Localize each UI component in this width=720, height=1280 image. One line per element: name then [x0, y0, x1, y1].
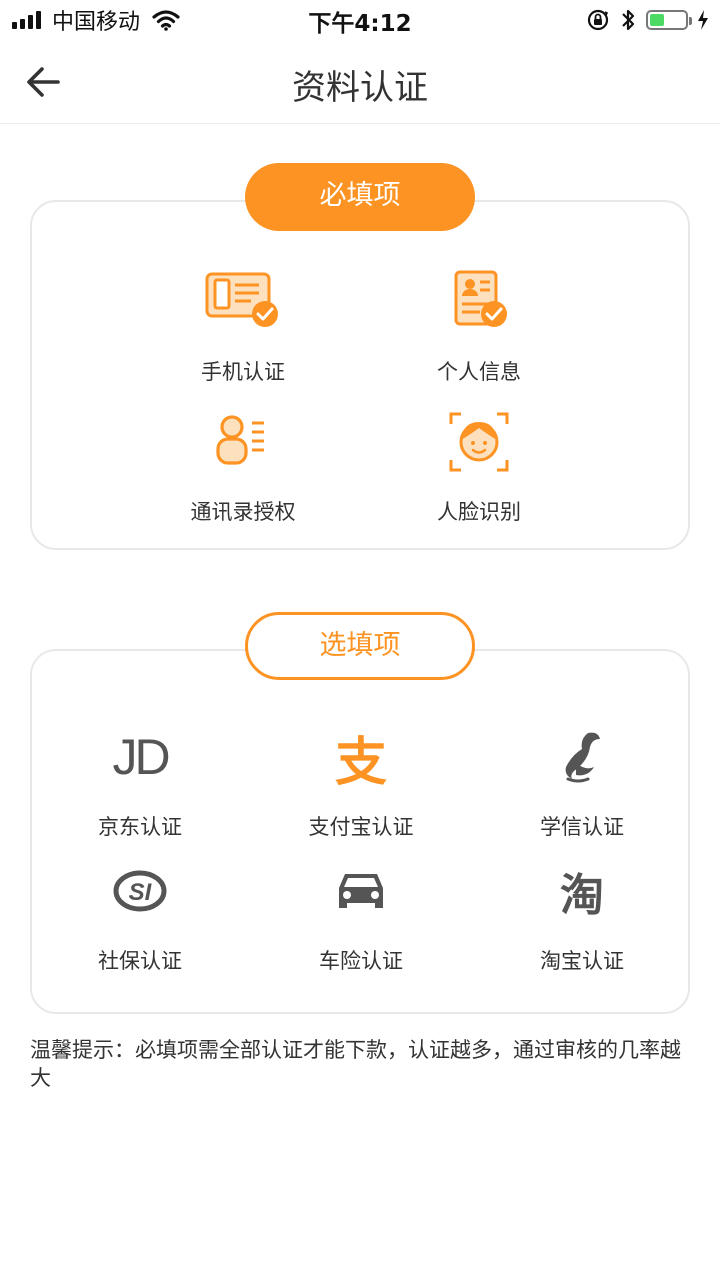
car-insurance-verification-item[interactable]: 车险认证	[301, 851, 421, 975]
alipay-verification-label: 支付宝认证	[308, 815, 414, 839]
taobao-verification-label: 淘宝认证	[540, 949, 624, 973]
jd-logo-icon: JD	[95, 717, 185, 797]
back-button[interactable]	[22, 60, 66, 104]
contacts-person-list-icon	[198, 402, 288, 482]
battery-level-fill	[650, 14, 664, 26]
phone-id-card-check-icon	[198, 262, 288, 342]
jd-verification-label: 京东认证	[98, 815, 182, 839]
chsi-verification-item[interactable]: 学信认证	[522, 717, 642, 841]
alipay-verification-item[interactable]: 支 支付宝认证	[296, 717, 426, 841]
car-insurance-verification-label: 车险认证	[319, 949, 403, 973]
taobao-verification-item[interactable]: 淘 淘宝认证	[522, 851, 642, 975]
personal-info-label: 个人信息	[437, 360, 521, 384]
tip-text: 温馨提示：必填项需全部认证才能下款，认证越多，通过审核的几率越大	[30, 1038, 681, 1090]
optional-section-card: JD 京东认证 支 支付宝认证 学信认证 SI 社保认证 车险认证 淘 淘宝认证	[30, 649, 690, 1014]
phone-verification-item[interactable]: 手机认证	[183, 262, 303, 386]
social-security-verification-item[interactable]: SI 社保认证	[80, 851, 200, 975]
social-security-logo-text: SI	[129, 879, 153, 906]
orientation-lock-icon	[587, 9, 609, 31]
optional-section-title: 选填项	[245, 612, 475, 680]
chsi-bird-logo-icon	[537, 717, 627, 797]
social-security-logo-icon: SI	[95, 851, 185, 931]
status-right	[586, 6, 710, 34]
alipay-logo-text: 支	[334, 732, 387, 793]
face-recognition-label: 人脸识别	[437, 500, 521, 524]
taobao-logo-icon: 淘	[537, 851, 627, 931]
bluetooth-icon	[622, 9, 635, 31]
social-security-verification-label: 社保认证	[98, 949, 182, 973]
contacts-authorization-label: 通讯录授权	[190, 500, 296, 524]
charging-bolt-icon	[698, 10, 708, 30]
personal-info-item[interactable]: 个人信息	[419, 262, 539, 386]
required-section-title: 必填项	[245, 163, 475, 231]
contacts-authorization-item[interactable]: 通讯录授权	[173, 402, 313, 526]
face-scan-icon	[434, 402, 524, 482]
jd-logo-text: JD	[112, 729, 170, 785]
jd-verification-item[interactable]: JD 京东认证	[80, 717, 200, 841]
taobao-logo-text: 淘	[560, 870, 604, 921]
required-section-card: 手机认证 个人信息 通讯录授权 人脸识别	[30, 200, 690, 550]
status-bar: 中国移动 下午4:12	[0, 0, 720, 40]
arrow-left-icon	[27, 67, 60, 97]
phone-verification-label: 手机认证	[201, 360, 285, 384]
personal-info-document-check-icon	[434, 262, 524, 342]
car-icon	[316, 851, 406, 931]
page-title: 资料认证	[292, 68, 428, 108]
battery-icon	[646, 10, 692, 30]
nav-bar: 资料认证	[0, 40, 720, 124]
chsi-verification-label: 学信认证	[540, 815, 624, 839]
alipay-logo-icon: 支	[316, 717, 406, 797]
face-recognition-item[interactable]: 人脸识别	[419, 402, 539, 526]
